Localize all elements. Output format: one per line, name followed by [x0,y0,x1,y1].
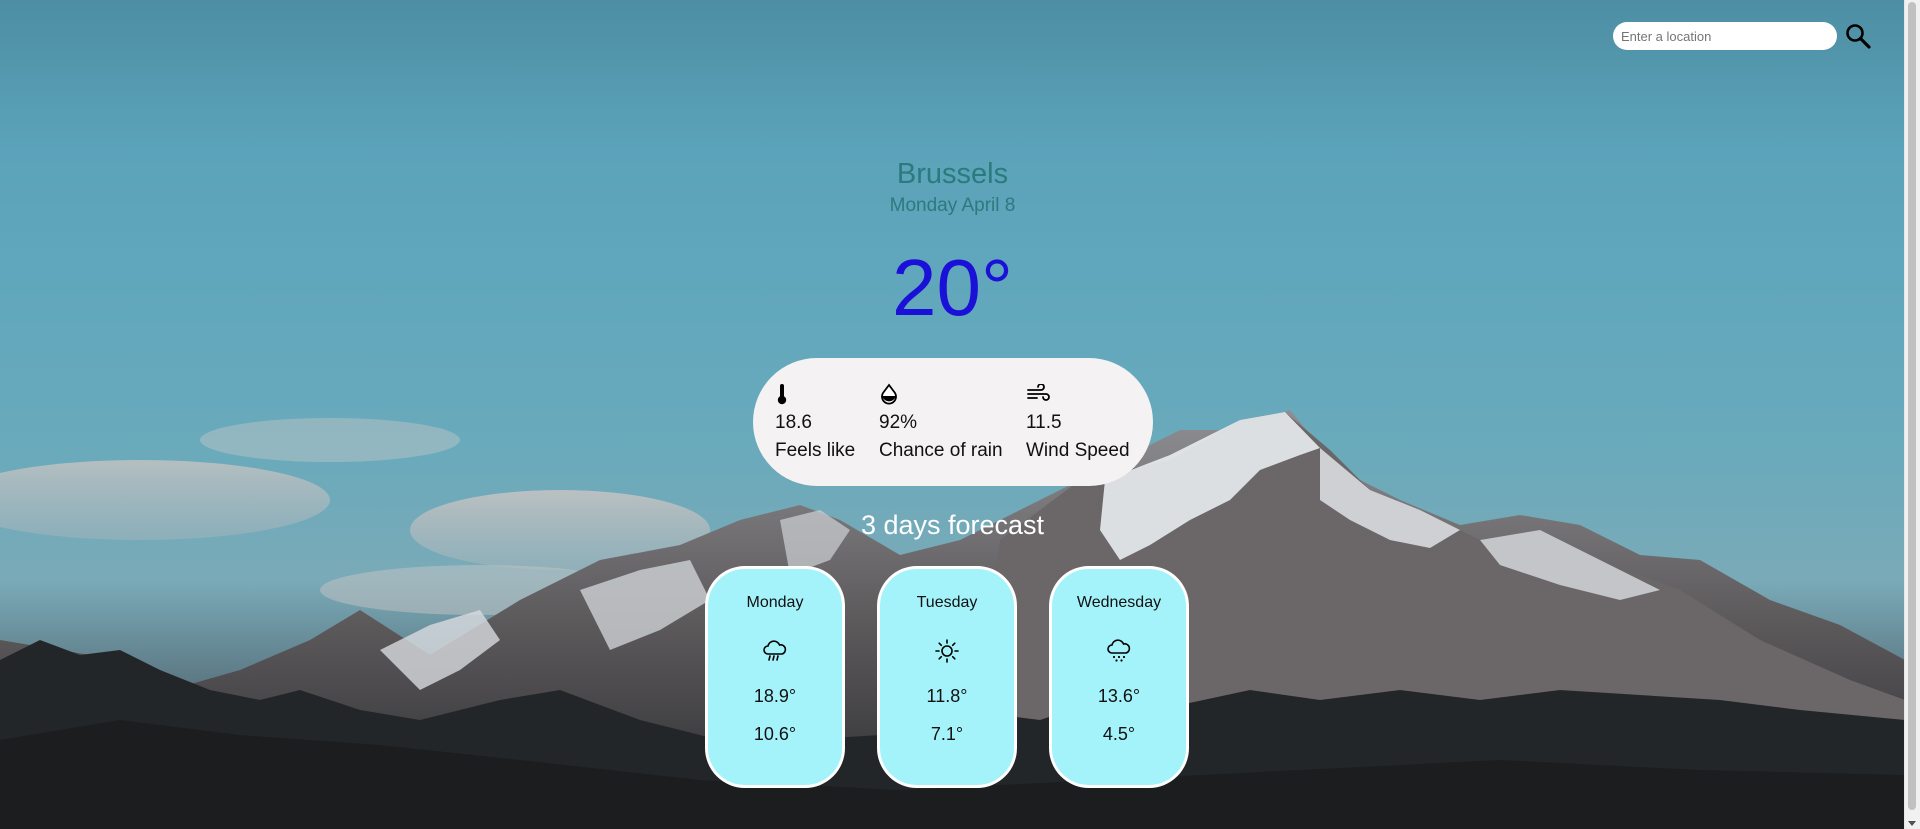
rain-cloud-icon [763,640,787,661]
forecast-title: 3 days forecast [860,510,1045,540]
thermometer-icon [777,384,787,405]
current-date: Monday April 8 [889,195,1016,216]
forecast-day: Wednesday [1076,594,1162,611]
forecast-low: 4.5° [1102,724,1136,744]
snow-cloud-icon [1107,639,1131,662]
search-bar [1613,22,1872,50]
rain-chance-stat: 92% Chance of rain [879,380,1026,465]
wind-speed-value: 11.5 [1026,412,1062,433]
location-search-input[interactable] [1613,22,1837,50]
rain-chance-value: 92% [879,412,918,433]
forecast-low: 10.6° [753,724,797,744]
scrollbar-thumb[interactable] [1908,2,1916,810]
forecast-card-wednesday: Wednesday 13.6° 4.5° [1049,566,1189,788]
forecast-day: Monday [746,594,804,611]
forecast-high: 13.6° [1097,686,1141,706]
forecast-cards: Monday 18.9° 10.6° Tuesday 11.8° 7.1° We… [705,566,1189,788]
scroll-down-arrow-icon[interactable] [1908,821,1916,826]
search-button[interactable] [1844,22,1872,50]
feels-like-label: Feels like [775,440,856,461]
current-stats-panel: 18.6 Feels like 92% Chance of rain 11.5 … [753,358,1153,486]
wind-speed-stat: 11.5 Wind Speed [1026,380,1146,465]
feels-like-value: 18.6 [775,412,812,433]
raindrop-icon [881,383,897,405]
rain-chance-label: Chance of rain [879,440,1003,461]
city-name: Brussels [896,158,1009,190]
forecast-card-tuesday: Tuesday 11.8° 7.1° [877,566,1017,788]
feels-like-stat: 18.6 Feels like [775,380,879,465]
wind-speed-label: Wind Speed [1026,440,1130,461]
page-scrollbar[interactable] [1904,0,1920,829]
current-temperature: 20° [892,243,1013,332]
forecast-card-monday: Monday 18.9° 10.6° [705,566,845,788]
forecast-low: 7.1° [930,724,964,744]
sun-icon [935,639,959,663]
location-header: Brussels Monday April 8 [0,155,1905,219]
magnifier-icon [1846,24,1871,49]
forecast-day: Tuesday [916,594,978,611]
wind-icon [1027,384,1050,401]
weather-page: Brussels Monday April 8 20° 18.6 Feels l… [0,0,1920,829]
forecast-high: 11.8° [926,686,968,706]
forecast-high: 18.9° [753,686,797,706]
